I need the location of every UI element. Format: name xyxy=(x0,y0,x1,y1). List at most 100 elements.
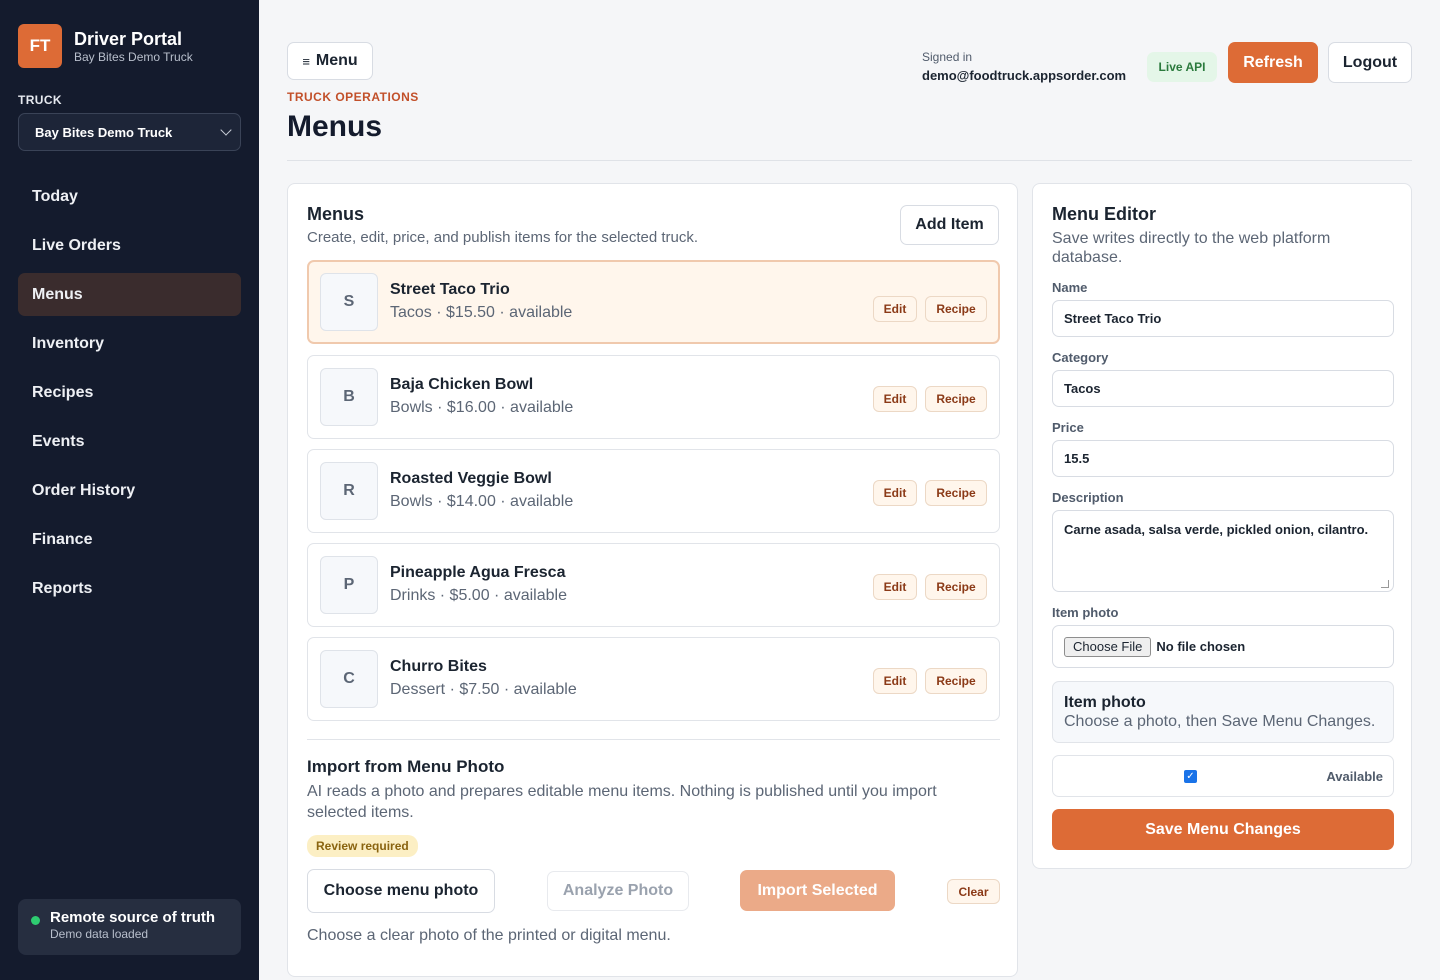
item-avatar: S xyxy=(320,273,378,331)
add-item-button[interactable]: Add Item xyxy=(900,205,999,245)
signed-in-info: Signed in demo@foodtruck.appsorder.com xyxy=(922,49,1126,87)
brand: FT Driver Portal Bay Bites Demo Truck xyxy=(18,24,193,68)
page-title: Menus xyxy=(287,110,383,143)
file-status: No file chosen xyxy=(1156,639,1246,654)
recipe-button[interactable]: Recipe xyxy=(925,574,987,600)
edit-button[interactable]: Edit xyxy=(873,480,917,506)
menus-card-subtitle: Create, edit, price, and publish items f… xyxy=(307,229,699,246)
item-meta: Drinks · $5.00 · available xyxy=(390,587,567,604)
menu-item[interactable]: C Churro Bites Dessert · $7.50 · availab… xyxy=(307,637,1000,721)
recipe-button[interactable]: Recipe xyxy=(925,668,987,694)
menu-item[interactable]: R Roasted Veggie Bowl Bowls · $14.00 · a… xyxy=(307,449,1000,533)
signed-in-email: demo@foodtruck.appsorder.com xyxy=(922,68,1127,83)
menu-item[interactable]: P Pineapple Agua Fresca Drinks · $5.00 ·… xyxy=(307,543,1000,627)
available-label: Available xyxy=(1326,769,1383,784)
chevron-down-icon xyxy=(220,124,232,136)
item-name: Roasted Veggie Bowl xyxy=(390,470,552,487)
sidebar-item-reports[interactable]: Reports xyxy=(18,567,241,610)
resize-grip-icon[interactable] xyxy=(1381,580,1389,588)
hamburger-icon: ≡ xyxy=(302,53,310,69)
clear-button[interactable]: Clear xyxy=(947,879,1000,904)
choose-file-button[interactable]: Choose File xyxy=(1064,636,1152,657)
item-meta: Tacos · $15.50 · available xyxy=(390,304,573,321)
sidebar-item-recipes[interactable]: Recipes xyxy=(18,371,241,414)
price-label: Price xyxy=(1052,420,1084,435)
category-field[interactable]: Tacos xyxy=(1052,370,1394,407)
import-selected-button[interactable]: Import Selected xyxy=(740,870,895,911)
edit-button[interactable]: Edit xyxy=(873,386,917,412)
item-avatar: R xyxy=(320,462,378,520)
sidebar-item-menus[interactable]: Menus xyxy=(18,273,241,316)
logout-button[interactable]: Logout xyxy=(1328,42,1412,83)
sidebar-item-live-orders[interactable]: Live Orders xyxy=(18,224,241,267)
price-field[interactable]: 15.5 xyxy=(1052,440,1394,477)
import-title: Import from Menu Photo xyxy=(307,757,505,776)
import-hint: Choose a clear photo of the printed or d… xyxy=(307,927,671,944)
sidebar: FT Driver Portal Bay Bites Demo Truck TR… xyxy=(0,0,259,980)
truck-label: TRUCK xyxy=(18,93,62,107)
menu-editor-card: Menu Editor Save writes directly to the … xyxy=(1032,183,1412,869)
brand-title: Driver Portal xyxy=(74,29,183,49)
brand-logo: FT xyxy=(18,24,62,68)
refresh-button[interactable]: Refresh xyxy=(1228,42,1318,83)
item-name: Pineapple Agua Fresca xyxy=(390,564,566,581)
recipe-button[interactable]: Recipe xyxy=(925,386,987,412)
category-label: Category xyxy=(1052,350,1109,365)
sync-title: Remote source of truth xyxy=(50,909,216,926)
item-photo-input[interactable]: Choose File No file chosen xyxy=(1052,625,1394,668)
description-label: Description xyxy=(1052,490,1124,505)
edit-button[interactable]: Edit xyxy=(873,574,917,600)
analyze-photo-button[interactable]: Analyze Photo xyxy=(547,871,689,911)
item-meta: Bowls · $14.00 · available xyxy=(390,493,574,510)
brand-text: Driver Portal Bay Bites Demo Truck xyxy=(74,28,193,64)
brand-subtitle: Bay Bites Demo Truck xyxy=(74,50,193,64)
sidebar-item-order-history[interactable]: Order History xyxy=(18,469,241,512)
item-meta: Bowls · $16.00 · available xyxy=(390,399,574,416)
name-field[interactable]: Street Taco Trio xyxy=(1052,300,1394,337)
item-avatar: B xyxy=(320,368,378,426)
menu-item[interactable]: S Street Taco Trio Tacos · $15.50 · avai… xyxy=(307,260,1000,344)
edit-button[interactable]: Edit xyxy=(873,668,917,694)
photo-box-title: Item photo xyxy=(1064,694,1146,711)
sidebar-nav: Today Live Orders Menus Inventory Recipe… xyxy=(18,175,241,616)
choose-menu-photo-button[interactable]: Choose menu photo xyxy=(307,869,495,913)
recipe-button[interactable]: Recipe xyxy=(925,296,987,322)
item-name: Street Taco Trio xyxy=(390,281,510,298)
sidebar-item-events[interactable]: Events xyxy=(18,420,241,463)
menus-card-title: Menus xyxy=(307,204,365,224)
sync-status: Remote source of truth Demo data loaded xyxy=(18,899,241,955)
description-field[interactable]: Carne asada, salsa verde, pickled onion,… xyxy=(1052,510,1394,592)
status-dot-icon xyxy=(31,916,40,925)
menu-toggle-button[interactable]: ≡ Menu xyxy=(287,42,373,80)
editor-subtitle: Save writes directly to the web platform… xyxy=(1052,230,1331,266)
menu-item[interactable]: B Baja Chicken Bowl Bowls · $16.00 · ava… xyxy=(307,355,1000,439)
review-required-badge: Review required xyxy=(307,835,418,857)
truck-select-value: Bay Bites Demo Truck xyxy=(35,124,173,140)
item-meta: Dessert · $7.50 · available xyxy=(390,681,577,698)
item-avatar: C xyxy=(320,650,378,708)
editor-title: Menu Editor xyxy=(1052,204,1156,224)
edit-button[interactable]: Edit xyxy=(873,296,917,322)
section-divider xyxy=(307,739,1000,740)
item-photo-label: Item photo xyxy=(1052,605,1119,620)
available-checkbox[interactable]: ✓ xyxy=(1184,770,1197,783)
recipe-button[interactable]: Recipe xyxy=(925,480,987,506)
sync-subtitle: Demo data loaded xyxy=(50,927,149,941)
menus-card: Menus Create, edit, price, and publish i… xyxy=(287,183,1018,977)
sidebar-item-today[interactable]: Today xyxy=(18,175,241,218)
live-api-badge: Live API xyxy=(1147,52,1217,82)
photo-box-subtitle: Choose a photo, then Save Menu Changes. xyxy=(1064,713,1376,730)
item-photo-preview: Item photo Choose a photo, then Save Men… xyxy=(1052,681,1394,743)
save-menu-changes-button[interactable]: Save Menu Changes xyxy=(1052,809,1394,850)
available-row[interactable]: ✓ Available xyxy=(1052,755,1394,797)
page-eyebrow: TRUCK OPERATIONS xyxy=(287,90,419,104)
description-value: Carne asada, salsa verde, pickled onion,… xyxy=(1064,522,1369,537)
truck-select[interactable]: Bay Bites Demo Truck xyxy=(18,113,241,151)
name-label: Name xyxy=(1052,280,1088,295)
signed-in-label: Signed in xyxy=(922,50,973,64)
sidebar-item-finance[interactable]: Finance xyxy=(18,518,241,561)
item-avatar: P xyxy=(320,556,378,614)
sidebar-item-inventory[interactable]: Inventory xyxy=(18,322,241,365)
header-divider xyxy=(287,160,1412,161)
item-name: Baja Chicken Bowl xyxy=(390,376,534,393)
